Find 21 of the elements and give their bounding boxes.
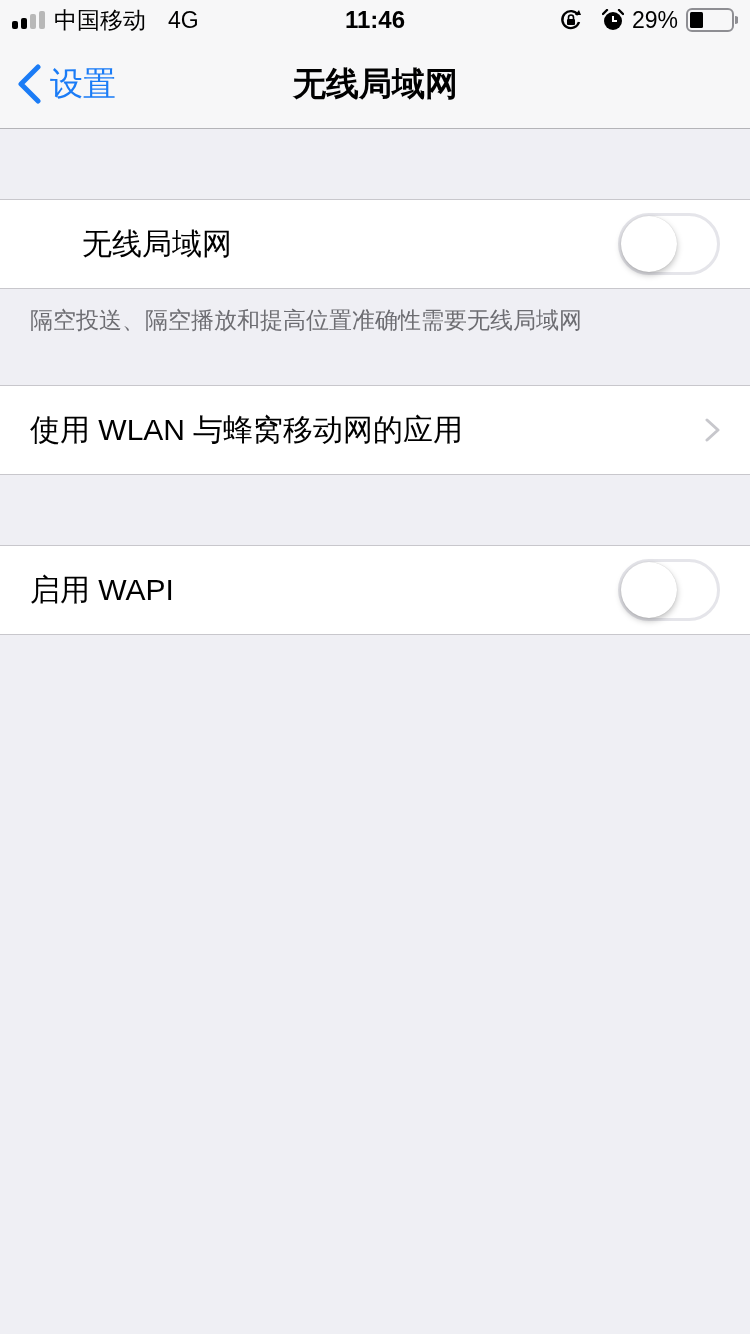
network-type: 4G	[168, 6, 199, 34]
toggle-switch[interactable]	[618, 213, 720, 275]
chevron-right-icon	[705, 418, 720, 442]
settings-row[interactable]: 无线局域网	[0, 199, 750, 289]
back-chevron-icon	[16, 64, 42, 104]
settings-row[interactable]: 使用 WLAN 与蜂窝移动网的应用	[0, 385, 750, 475]
battery-icon	[686, 8, 738, 32]
rotation-lock-icon	[559, 9, 582, 31]
row-label: 启用 WAPI	[30, 572, 174, 608]
signal-icon	[12, 11, 46, 29]
row-label: 无线局域网	[82, 226, 232, 262]
nav-title: 无线局域网	[292, 64, 458, 104]
section-footer: 隔空投送、隔空播放和提高位置准确性需要无线局域网	[0, 289, 750, 337]
status-time: 11:46	[344, 6, 406, 34]
carrier-name: 中国移动	[54, 6, 146, 34]
battery-percent: 29%	[631, 6, 678, 34]
back-button[interactable]: 设置	[16, 64, 116, 104]
toggle-switch[interactable]	[618, 559, 720, 621]
settings-row[interactable]: 启用 WAPI	[0, 545, 750, 635]
alarm-clock-icon	[601, 9, 624, 31]
row-label: 使用 WLAN 与蜂窝移动网的应用	[30, 412, 464, 448]
